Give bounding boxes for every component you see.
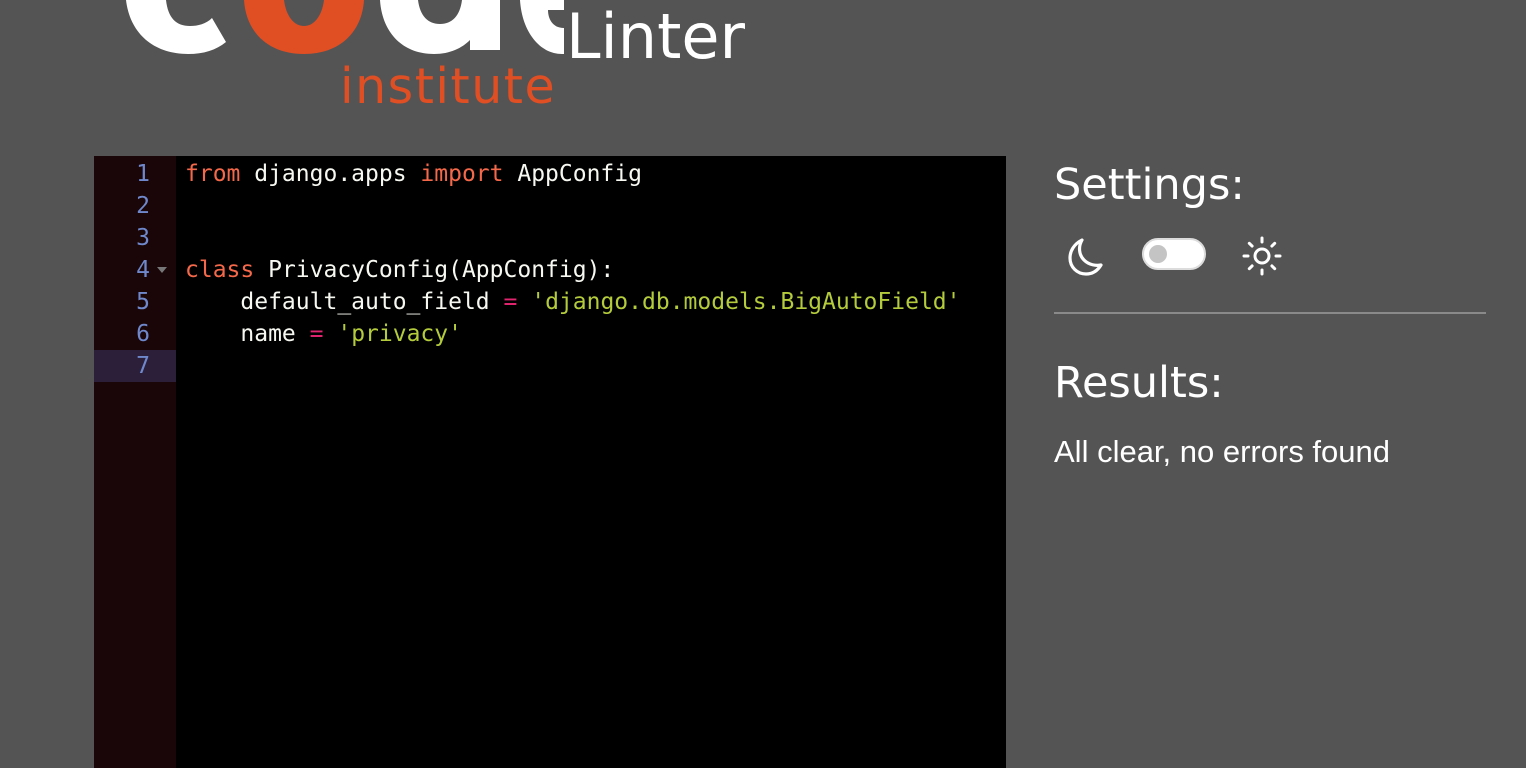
code-token-op: = <box>503 289 518 315</box>
code-institute-logo: code institute <box>0 0 580 130</box>
line-number: 2 <box>136 193 150 219</box>
linter-page: code institute Linter 1 2 3 4 5 6 7 from djang… <box>0 0 1526 768</box>
code-line[interactable]: default_auto_field = 'django.db.models.B… <box>185 286 960 318</box>
theme-toggle[interactable] <box>1142 238 1206 270</box>
code-line[interactable]: from django.apps import AppConfig <box>185 158 642 190</box>
theme-switcher <box>1054 234 1486 278</box>
toggle-knob <box>1149 245 1167 263</box>
app-title: Linter <box>566 0 746 73</box>
results-message: All clear, no errors found <box>1054 434 1391 469</box>
gutter-line: 2 <box>94 190 176 222</box>
code-token-plain: PrivacyConfig(AppConfig): <box>254 257 615 283</box>
code-token-kw: class <box>185 257 255 283</box>
sidebar-divider <box>1054 312 1486 314</box>
gutter-line: 1 <box>94 158 176 190</box>
logo-code-wordmark: code <box>126 0 564 54</box>
logo-institute-text: institute <box>340 58 557 115</box>
line-number: 5 <box>136 289 150 315</box>
gutter-line: 5 <box>94 286 176 318</box>
code-token-str: 'django.db.models.BigAutoField' <box>531 289 961 315</box>
code-token-kw: import <box>420 161 504 187</box>
line-number: 7 <box>136 353 150 379</box>
code-token-str: 'privacy' <box>337 321 462 347</box>
code-token-plain: name <box>185 321 310 347</box>
code-token-plain: django.apps <box>240 161 421 187</box>
code-editor[interactable]: 1 2 3 4 5 6 7 from django.apps import AppConfi… <box>94 156 1006 768</box>
settings-heading: Settings: <box>1054 160 1245 210</box>
line-number: 1 <box>136 161 150 187</box>
code-token-op: = <box>309 321 324 347</box>
line-number: 4 <box>136 257 150 283</box>
fold-toggle-icon[interactable] <box>157 267 167 273</box>
gutter-line: 6 <box>94 318 176 350</box>
moon-icon[interactable] <box>1062 234 1106 278</box>
code-token-kw: from <box>185 161 241 187</box>
line-number-gutter: 1 2 3 4 5 6 7 <box>94 156 176 768</box>
gutter-line: 4 <box>94 254 176 286</box>
code-line[interactable]: class PrivacyConfig(AppConfig): <box>185 254 614 286</box>
gutter-line: 7 <box>94 350 176 382</box>
code-line[interactable]: name = 'privacy' <box>185 318 462 350</box>
line-number: 3 <box>136 225 150 251</box>
code-token-plain: default_auto_field <box>185 289 504 315</box>
code-token-plain: AppConfig <box>503 161 642 187</box>
gutter-line: 3 <box>94 222 176 254</box>
results-heading: Results: <box>1054 358 1224 408</box>
line-number: 6 <box>136 321 150 347</box>
sun-icon[interactable] <box>1240 234 1284 278</box>
